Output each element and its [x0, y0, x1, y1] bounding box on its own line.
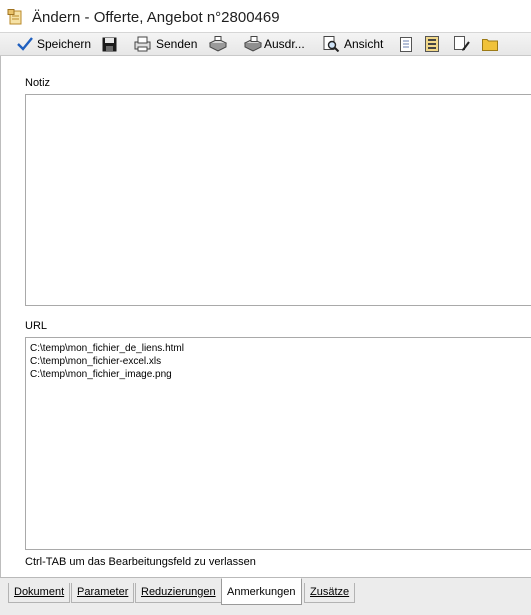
fax-button[interactable] — [208, 35, 228, 53]
preview-button[interactable]: Ansicht — [323, 35, 383, 53]
document-icon — [400, 36, 413, 52]
fax-icon — [208, 36, 228, 52]
send-printer-icon — [134, 36, 152, 52]
url-textarea[interactable]: C:\temp\mon_fichier_de_liens.html C:\tem… — [25, 337, 531, 550]
tab-anmerkungen[interactable]: Anmerkungen — [221, 578, 302, 605]
url-line: C:\temp\mon_fichier_de_liens.html — [30, 343, 184, 354]
tab-zusaetze-label: Zusätze — [310, 586, 350, 598]
save-button[interactable]: Speichern — [17, 35, 91, 53]
documents-list-button[interactable] — [425, 35, 441, 53]
title-bar: Ändern - Offerte, Angebot n°2800469 — [0, 0, 531, 33]
notiz-label: Notiz — [25, 77, 51, 89]
print-button-label: Ausdr... — [264, 37, 305, 51]
url-label: URL — [25, 320, 48, 332]
floppy-disk-icon — [102, 37, 117, 52]
edit-document-button[interactable] — [454, 35, 470, 53]
remarks-panel: Notiz URL C:\temp\mon_fichier_de_liens.h… — [0, 56, 531, 577]
toolbar: Speichern Senden Ausdr... Ansicht — [0, 33, 531, 56]
document-button[interactable] — [400, 35, 413, 53]
keyboard-hint: Ctrl-TAB um das Bearbeitungsfeld zu verl… — [25, 556, 256, 568]
window-title: Ändern - Offerte, Angebot n°2800469 — [32, 9, 280, 26]
app-icon — [7, 9, 25, 25]
folder-button[interactable] — [482, 35, 498, 53]
documents-list-icon — [425, 36, 441, 52]
tab-reduzierungen[interactable]: Reduzierungen — [135, 583, 222, 603]
edit-document-icon — [454, 36, 470, 52]
tab-dokument-label: Dokument — [14, 586, 65, 598]
save-disk-button[interactable] — [102, 35, 117, 53]
preview-button-label: Ansicht — [344, 37, 384, 51]
folder-icon — [482, 37, 498, 51]
send-button[interactable]: Senden — [134, 35, 197, 53]
send-button-label: Senden — [156, 37, 198, 51]
tab-zusaetze[interactable]: Zusätze — [304, 583, 356, 603]
print-button[interactable]: Ausdr... — [243, 35, 305, 53]
tab-anmerkungen-label: Anmerkungen — [227, 586, 296, 598]
tab-parameter-label: Parameter — [77, 586, 129, 598]
checkmark-icon — [17, 37, 33, 51]
url-lines: C:\temp\mon_fichier_de_liens.html C:\tem… — [30, 342, 184, 381]
notiz-textarea[interactable] — [25, 94, 531, 306]
preview-magnifier-icon — [323, 36, 340, 52]
print-icon — [243, 36, 263, 52]
tab-bar: Dokument Parameter Reduzierungen Anmerku… — [0, 577, 531, 615]
tab-reduzierungen-label: Reduzierungen — [141, 586, 216, 598]
tab-parameter[interactable]: Parameter — [71, 583, 135, 603]
url-line: C:\temp\mon_fichier_image.png — [30, 369, 172, 380]
url-line: C:\temp\mon_fichier-excel.xls — [30, 356, 162, 367]
tab-dokument[interactable]: Dokument — [8, 583, 71, 603]
save-button-label: Speichern — [37, 37, 92, 51]
